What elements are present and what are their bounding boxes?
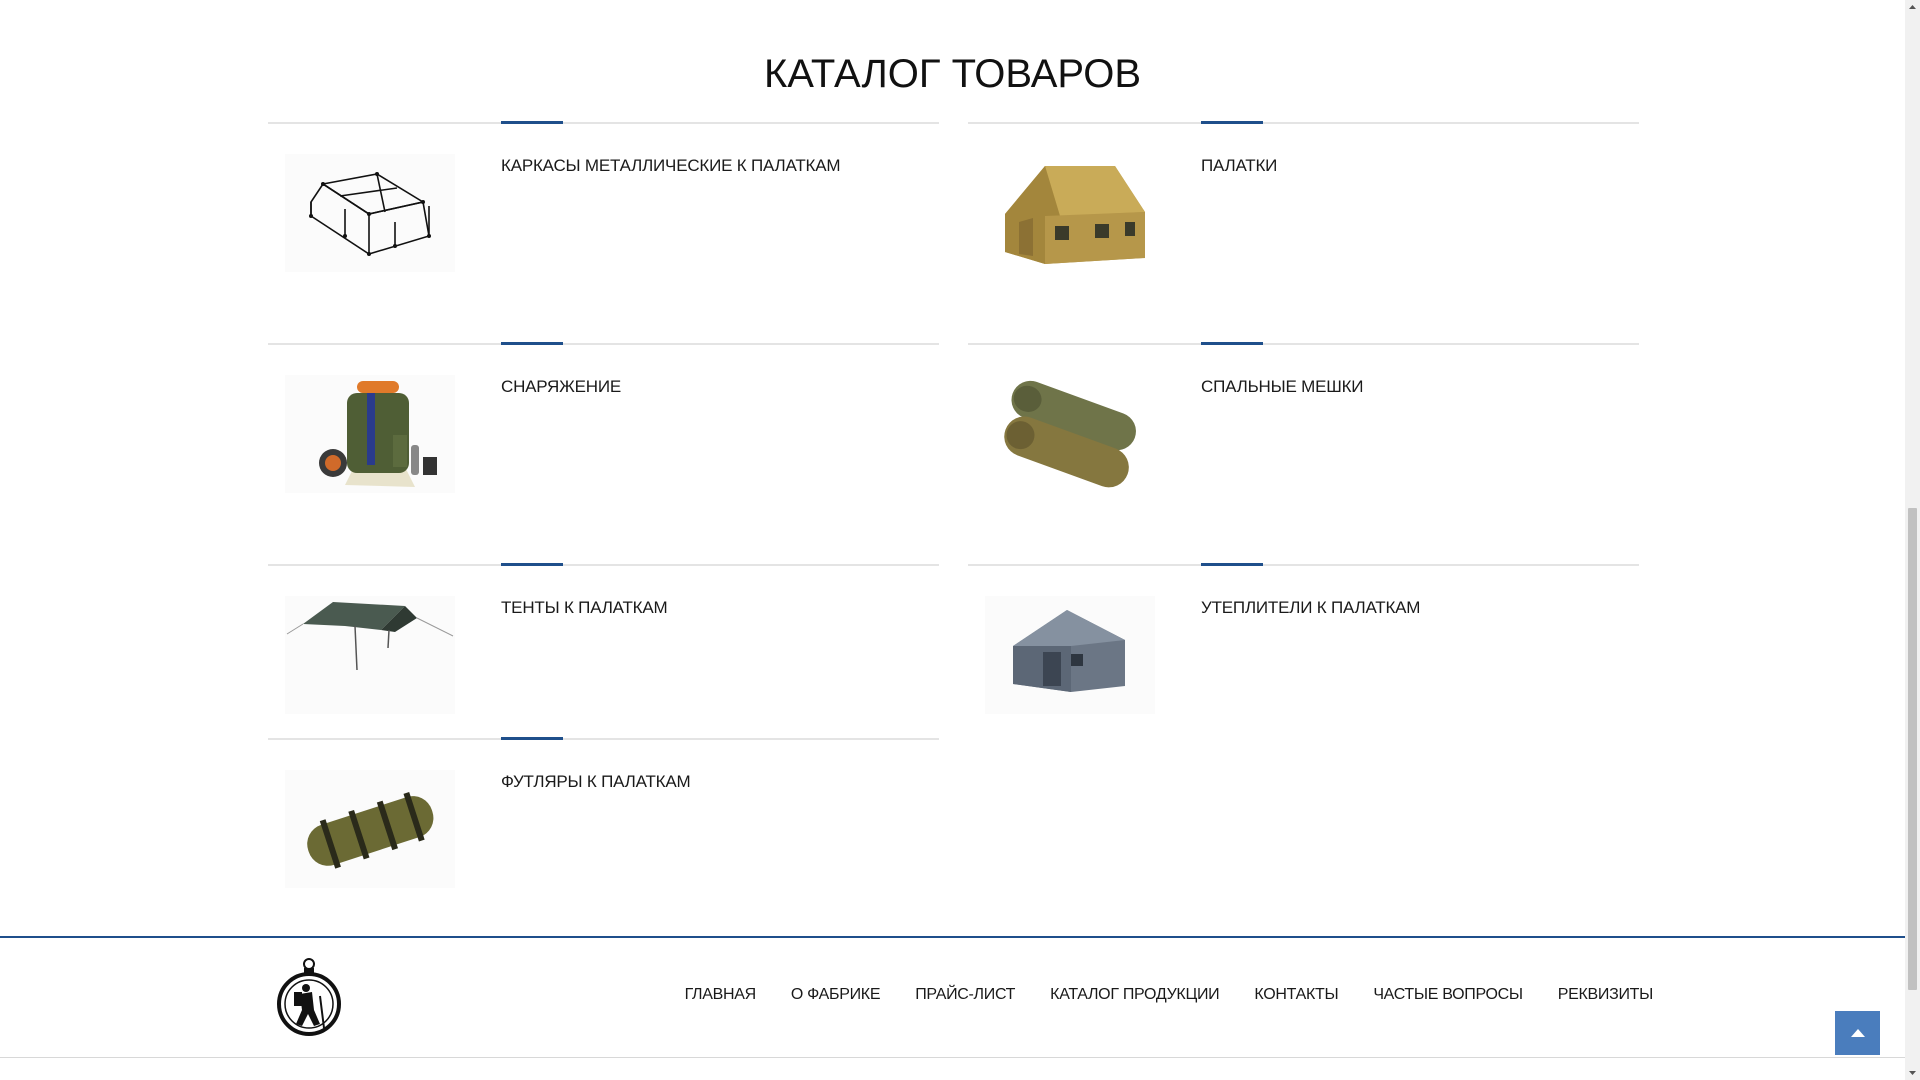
footer-bottom-border [0, 1057, 1905, 1058]
tent-case-image[interactable] [285, 770, 455, 888]
nav-link-catalog[interactable]: КАТАЛОГ ПРОДУКЦИИ [1050, 986, 1220, 1004]
nav-link-requisites[interactable]: РЕКВИЗИТЫ [1558, 986, 1654, 1004]
divider [268, 564, 939, 566]
divider [968, 343, 1639, 345]
accent-bar [501, 737, 563, 740]
accent-bar [1201, 342, 1263, 345]
catalog-item-gear[interactable]: СНАРЯЖЕНИЕ [268, 342, 939, 523]
catalog-item-title[interactable]: ПАЛАТКИ [1201, 156, 1277, 176]
tent-image[interactable] [985, 154, 1155, 272]
page-title: КАТАЛОГ ТОВАРОВ [763, 52, 1142, 96]
nav-link-home[interactable]: ГЛАВНАЯ [685, 986, 757, 1004]
scroll-down-arrow-icon[interactable] [1908, 1068, 1917, 1077]
nav-link-about[interactable]: О ФАБРИКЕ [791, 986, 881, 1004]
accent-bar [1201, 563, 1263, 566]
catalog-item-title[interactable]: СНАРЯЖЕНИЕ [501, 377, 621, 397]
backpack-gear-image[interactable] [285, 375, 455, 493]
nav-link-contacts[interactable]: КОНТАКТЫ [1254, 986, 1338, 1004]
divider [968, 564, 1639, 566]
scroll-to-top-button[interactable] [1835, 1011, 1880, 1055]
tent-frame-image[interactable] [285, 154, 455, 272]
catalog-item-cases[interactable]: ФУТЛЯРЫ К ПАЛАТКАМ [268, 737, 939, 918]
catalog-item-frames[interactable]: КАРКАСЫ МЕТАЛЛИЧЕСКИЕ К ПАЛАТКАМ [268, 121, 939, 302]
divider [968, 122, 1639, 124]
insulated-tent-image[interactable] [985, 596, 1155, 714]
accent-bar [501, 121, 563, 124]
scroll-up-arrow-icon[interactable] [1908, 3, 1917, 12]
scrollbar-thumb[interactable] [1908, 508, 1917, 990]
catalog-item-title[interactable]: КАРКАСЫ МЕТАЛЛИЧЕСКИЕ К ПАЛАТКАМ [501, 156, 841, 176]
footer-top-border [0, 936, 1905, 938]
tarp-awning-image[interactable] [285, 596, 455, 714]
sleeping-bags-image[interactable] [985, 375, 1155, 493]
divider [268, 738, 939, 740]
arrow-up-icon [1850, 1029, 1865, 1037]
accent-bar [1201, 121, 1263, 124]
divider [268, 122, 939, 124]
hiker-compass-logo[interactable] [276, 956, 342, 1038]
accent-bar [501, 342, 563, 345]
catalog-item-insulation[interactable]: УТЕПЛИТЕЛИ К ПАЛАТКАМ [968, 563, 1639, 744]
catalog-item-title[interactable]: СПАЛЬНЫЕ МЕШКИ [1201, 377, 1364, 397]
nav-link-faq[interactable]: ЧАСТЫЕ ВОПРОСЫ [1373, 986, 1523, 1004]
catalog-item-awnings[interactable]: ТЕНТЫ К ПАЛАТКАМ [268, 563, 939, 744]
nav-link-price-list[interactable]: ПРАЙС-ЛИСТ [915, 986, 1015, 1004]
catalog-item-title[interactable]: УТЕПЛИТЕЛИ К ПАЛАТКАМ [1201, 598, 1420, 618]
catalog-item-sleeping-bags[interactable]: СПАЛЬНЫЕ МЕШКИ [968, 342, 1639, 523]
catalog-item-title[interactable]: ФУТЛЯРЫ К ПАЛАТКАМ [501, 772, 691, 792]
footer-nav: ГЛАВНАЯ О ФАБРИКЕ ПРАЙС-ЛИСТ КАТАЛОГ ПРО… [650, 986, 1654, 1004]
catalog-item-title[interactable]: ТЕНТЫ К ПАЛАТКАМ [501, 598, 668, 618]
accent-bar [501, 563, 563, 566]
catalog-item-tents[interactable]: ПАЛАТКИ [968, 121, 1639, 302]
divider [268, 343, 939, 345]
